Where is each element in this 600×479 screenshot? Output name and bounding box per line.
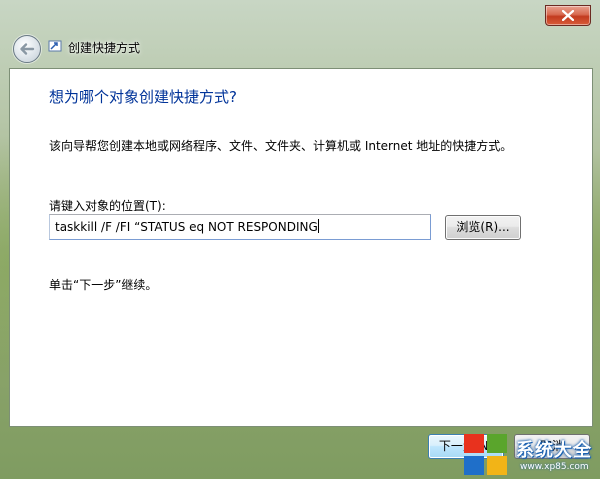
continue-hint: 单击“下一步”继续。 bbox=[49, 278, 158, 292]
back-arrow-icon bbox=[20, 43, 35, 55]
location-label: 请键入对象的位置(T): bbox=[49, 199, 166, 213]
wizard-description: 该向导帮您创建本地或网络程序、文件、文件夹、计算机或 Internet 地址的快… bbox=[49, 139, 513, 153]
watermark-url: www.xp85.com bbox=[520, 462, 589, 472]
shortcut-wizard-icon bbox=[48, 40, 62, 52]
windows-logo-icon bbox=[464, 434, 507, 475]
location-input-value: taskkill /F /FI “STATUS eq NOT RESPONDIN… bbox=[55, 220, 318, 234]
close-button[interactable] bbox=[545, 5, 591, 26]
wizard-content: 想为哪个对象创建快捷方式? 该向导帮您创建本地或网络程序、文件、文件夹、计算机或… bbox=[9, 68, 593, 427]
watermark-text: 系统大全 bbox=[516, 440, 592, 461]
browse-button[interactable]: 浏览(R)... bbox=[445, 215, 521, 240]
location-input[interactable]: taskkill /F /FI “STATUS eq NOT RESPONDIN… bbox=[49, 214, 431, 240]
close-icon bbox=[562, 10, 574, 21]
site-watermark: 系统大全 www.xp85.com bbox=[458, 430, 600, 479]
back-button[interactable] bbox=[13, 35, 41, 63]
window-title: 创建快捷方式 bbox=[68, 41, 141, 55]
text-caret bbox=[317, 219, 319, 233]
page-heading: 想为哪个对象创建快捷方式? bbox=[49, 88, 237, 106]
